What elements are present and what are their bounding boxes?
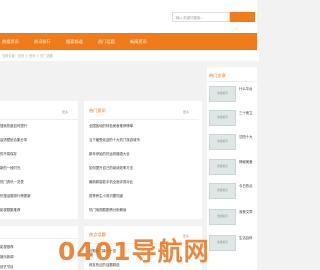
list-item[interactable]: 最新款智能手机全面评测对比 (89, 179, 133, 184)
thumbnail-image[interactable]: 热搜资讯 (209, 159, 236, 175)
watermark: 0401导航网 (58, 237, 210, 266)
list-item[interactable]: 全国各地的特色美食推荐榜单 (89, 123, 133, 128)
search-input[interactable]: 输入关键词搜索... (172, 12, 230, 22)
list-item[interactable]: 的不易保存 (0, 151, 17, 156)
main-nav: 热搜资讯 热词排行 搜索频道 热门话题 新闻资讯 (0, 33, 257, 50)
nav-item[interactable]: 热词排行 (34, 33, 51, 50)
list-item[interactable]: 夏季养生小常识要知道 (89, 193, 123, 198)
left-panel: 更多 搜索热度如何提升 高清壁纸合集分享 的不易保存 新的一段时光 热门资讯一览… (0, 101, 78, 219)
thumbnail-image[interactable]: 热搜资讯 (209, 183, 236, 199)
list-item[interactable]: 综艺节目 (0, 264, 14, 269)
nav-item[interactable]: 搜索频道 (66, 33, 83, 50)
thumbnail-image[interactable]: 热搜资讯 (209, 110, 236, 126)
sidebar-item[interactable]: 三十而立 (239, 110, 253, 115)
thumbnail-image[interactable]: 热搜资讯 (209, 86, 236, 102)
sidebar-item[interactable]: 什么平台 (239, 86, 253, 91)
thumbnail-image[interactable]: 热搜资讯 (209, 235, 236, 251)
list-item[interactable]: 当下最受欢迎的十大热门旅游城市 (89, 137, 140, 142)
list-item[interactable]: 新的一段时光 (0, 165, 20, 170)
breadcrumb: 当前位置：首页 > 资讯 > 热门话题 (0, 51, 259, 61)
panel-title: 热门资讯 (89, 108, 106, 113)
sidebar-item[interactable]: 深夜文章 (239, 209, 253, 214)
thumbnail-image[interactable]: 热搜资讯 (209, 134, 236, 150)
list-item[interactable]: 搜索热度如何提升 (0, 123, 27, 128)
sidebar-item[interactable]: 神秘美食 (239, 159, 253, 164)
search-button[interactable] (230, 12, 255, 22)
list-item[interactable]: 如何提升自己的阅读效率方法 (89, 165, 133, 170)
mid-panel: 热门资讯 更多 全国各地的特色美食推荐榜单 当下最受欢迎的十大热门旅游城市 新年… (84, 101, 202, 219)
list-item[interactable]: 高清壁纸合集分享 (0, 137, 27, 142)
list-item[interactable]: 娱乐新闻 (0, 254, 14, 259)
sidebar-title: 热门文章 (209, 73, 226, 78)
more-link[interactable]: 更多 (183, 110, 189, 114)
thumbnail-image[interactable]: 热搜资讯 (209, 209, 236, 225)
nav-item[interactable]: 热搜资讯 (2, 33, 19, 50)
list-item[interactable]: 新年伊始的好运祝福语大全 (89, 151, 130, 156)
sidebar: 热门文章 热搜资讯 什么平台 热搜资讯 三十而立 热搜资讯 沈阳十大 热搜资讯 … (207, 67, 257, 270)
more-link[interactable]: 更多 (62, 110, 68, 114)
list-item[interactable]: 热门电视剧剧情分析解读 (89, 207, 126, 212)
list-item[interactable]: 热搜话题排行榜更新 (0, 193, 31, 198)
header: 输入关键词搜索... (0, 0, 257, 33)
sidebar-item[interactable]: 生活百科 (239, 235, 253, 240)
list-item[interactable]: 热门资讯一览表 (0, 179, 24, 184)
list-item[interactable]: 影视剧集推荐 (0, 207, 20, 212)
sidebar-item[interactable]: 沈阳十大 (239, 134, 253, 139)
nav-item[interactable]: 新闻资讯 (130, 33, 147, 50)
nav-item[interactable]: 热门话题 (98, 33, 115, 50)
list-item[interactable]: 影视推荐 (0, 244, 14, 249)
sidebar-item[interactable]: 今日热点 (239, 183, 253, 188)
